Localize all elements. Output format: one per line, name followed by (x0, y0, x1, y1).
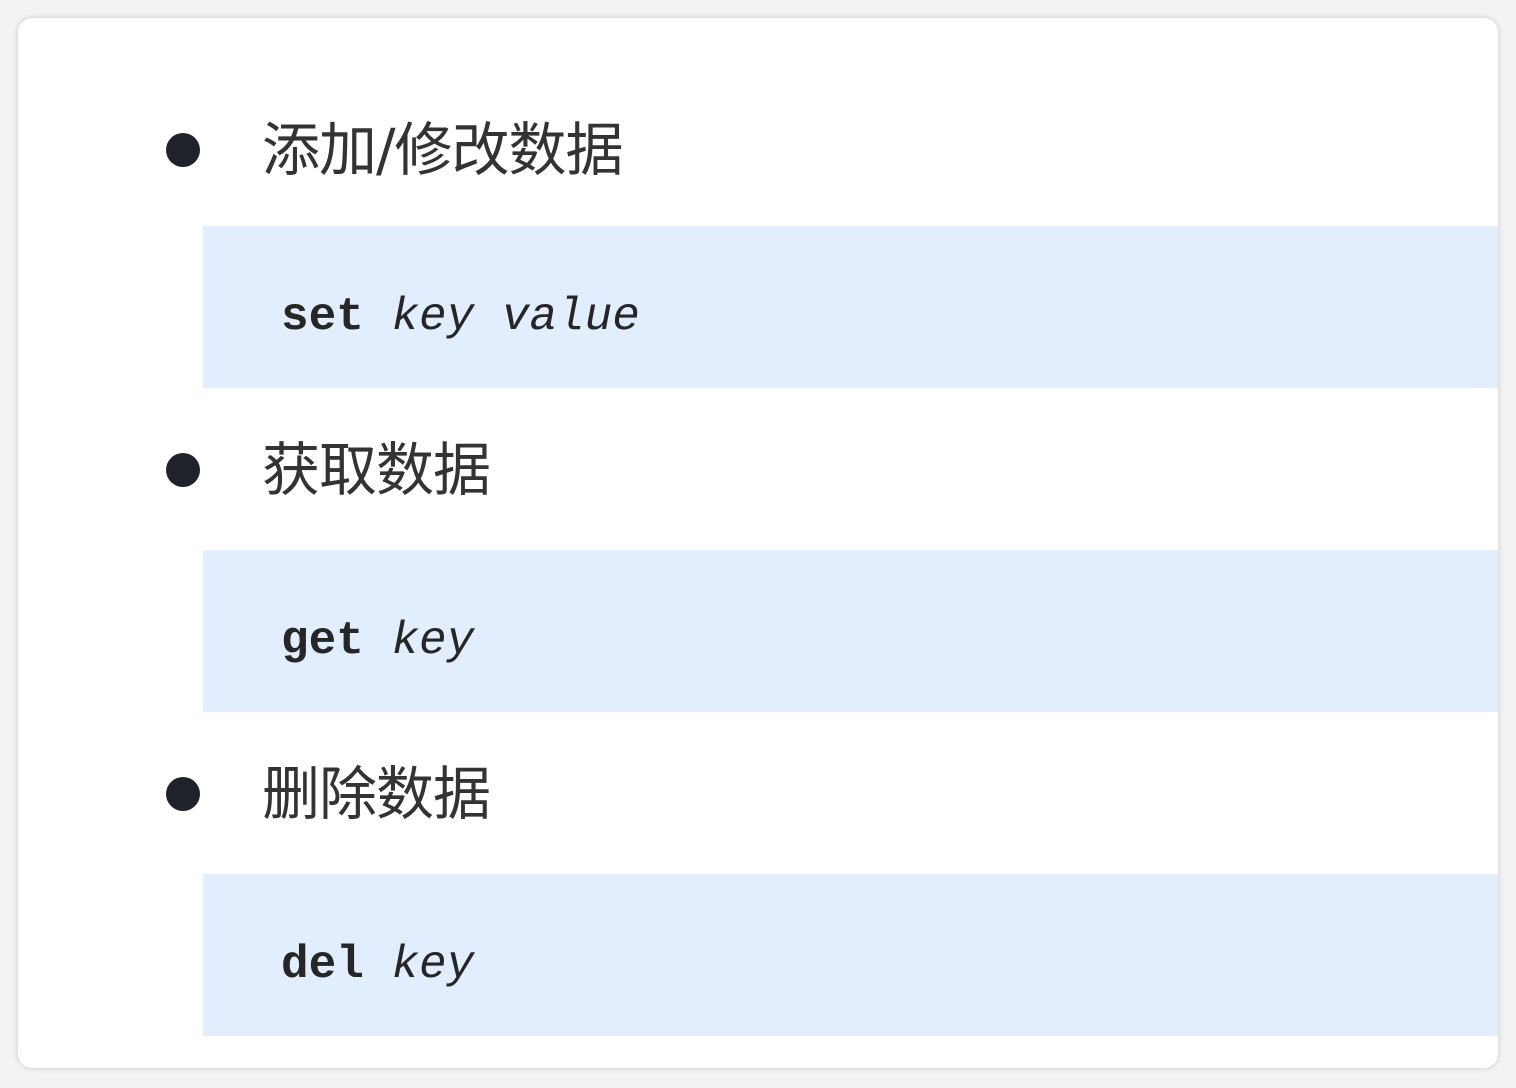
section-heading: 添加/修改数据 (262, 116, 624, 184)
list-item-get: 获取数据 (18, 430, 1498, 510)
list-item-add-modify: 添加/修改数据 (18, 110, 1498, 190)
document-card: 添加/修改数据 set key value 获取数据 get key 删除数据 … (18, 18, 1498, 1068)
command-keyword: set (281, 291, 364, 343)
command-args: key value (391, 291, 640, 343)
command-args: key (391, 615, 475, 667)
code-line: del key (281, 874, 474, 1056)
code-block-get: get key (203, 550, 1498, 712)
code-block-del: del key (203, 874, 1498, 1036)
code-line: get key (281, 550, 474, 732)
command-keyword: get (281, 615, 364, 667)
code-line: set key value (281, 226, 640, 408)
command-args: key (391, 939, 475, 991)
command-keyword: del (281, 939, 364, 991)
bullet-icon (166, 133, 200, 167)
bullet-icon (166, 777, 200, 811)
bullet-icon (166, 453, 200, 487)
section-heading: 获取数据 (262, 436, 491, 504)
code-block-set: set key value (203, 226, 1498, 388)
section-heading: 删除数据 (262, 760, 491, 828)
list-item-delete: 删除数据 (18, 754, 1498, 834)
